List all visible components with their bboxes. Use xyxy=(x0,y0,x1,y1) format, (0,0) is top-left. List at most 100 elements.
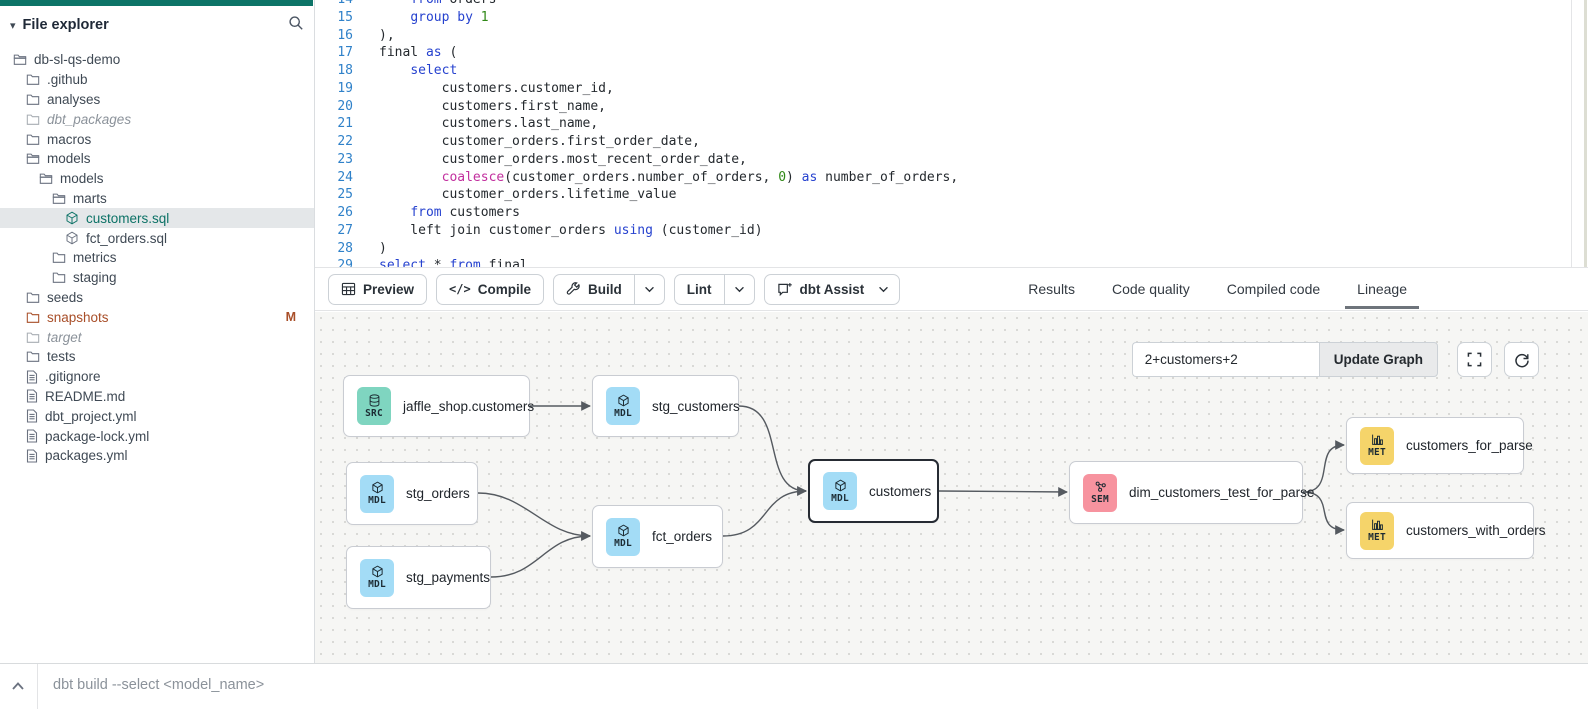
lineage-node-customers-for-parse[interactable]: METcustomers_for_parse xyxy=(1346,417,1524,474)
tree-item-label: dbt_packages xyxy=(47,112,131,127)
lineage-node-customers-with-orders[interactable]: METcustomers_with_orders xyxy=(1346,502,1534,559)
toolbar-buttons: Preview </>Compile Build Lint dbt Assist xyxy=(328,274,900,305)
line-number: 23 xyxy=(315,151,353,169)
lineage-controls: Update Graph xyxy=(1132,342,1539,377)
tree-item-seeds[interactable]: seeds xyxy=(0,288,314,308)
code-editor[interactable]: 14 from orders15 group by 116),17final a… xyxy=(315,0,1588,268)
tree-item-readme-md[interactable]: README.md xyxy=(0,387,314,407)
chevron-down-icon[interactable] xyxy=(876,275,899,304)
lineage-node-stg-customers[interactable]: MDLstg_customers xyxy=(592,375,739,437)
line-number: 28 xyxy=(315,240,353,258)
line-number: 24 xyxy=(315,169,353,187)
tree-item-fct-orders-sql[interactable]: fct_orders.sql xyxy=(0,228,314,248)
lineage-node-fct-orders[interactable]: MDL fct_orders xyxy=(592,505,723,568)
tree-item-dbt-packages[interactable]: dbt_packages xyxy=(0,109,314,129)
tree-item-target[interactable]: target xyxy=(0,327,314,347)
line-number: 18 xyxy=(315,62,353,80)
tree-item-tests[interactable]: tests xyxy=(0,347,314,367)
tree-item-staging[interactable]: staging xyxy=(0,268,314,288)
code-line-26: 26 from customers xyxy=(315,204,1588,222)
lint-button[interactable]: Lint xyxy=(674,274,755,305)
build-button[interactable]: Build xyxy=(553,274,665,305)
tree-item-packages-yml[interactable]: packages.yml xyxy=(0,446,314,466)
code-line-15: 15 group by 1 xyxy=(315,9,1588,27)
chevron-down-icon[interactable] xyxy=(634,275,664,304)
code-line-16: 16), xyxy=(315,27,1588,45)
folder-icon xyxy=(26,331,40,344)
fullscreen-button[interactable] xyxy=(1457,342,1492,377)
tree-item-label: snapshots xyxy=(47,310,109,325)
node-label: stg_payments xyxy=(406,570,490,585)
tab-lineage[interactable]: Lineage xyxy=(1357,268,1407,310)
lineage-node-customers[interactable]: MDLcustomers xyxy=(808,459,939,523)
file-icon xyxy=(26,409,38,423)
file-explorer-header: ▾ File explorer xyxy=(10,14,304,36)
lineage-selector-input[interactable] xyxy=(1132,342,1319,377)
line-number: 19 xyxy=(315,80,353,98)
node-label: jaffle_shop.customers xyxy=(403,399,534,414)
model-icon xyxy=(65,211,79,225)
result-tabs: Results Code quality Compiled code Lineage xyxy=(1028,268,1407,310)
button-label: Lint xyxy=(687,282,712,297)
tree-item-models[interactable]: models xyxy=(0,169,314,189)
assist-icon xyxy=(777,282,793,297)
tree-item-label: models xyxy=(47,151,91,166)
tree-item-snapshots[interactable]: snapshotsM xyxy=(0,307,314,327)
lineage-node-stg-orders[interactable]: MDLstg_orders xyxy=(346,462,478,525)
line-number: 26 xyxy=(315,204,353,222)
tree-item--github[interactable]: .github xyxy=(0,70,314,90)
collapse-panel-icon[interactable] xyxy=(11,678,25,696)
tree-item-label: macros xyxy=(47,132,91,147)
folder-icon xyxy=(26,133,40,146)
tab-results[interactable]: Results xyxy=(1028,268,1075,310)
tree-item-label: package-lock.yml xyxy=(45,429,149,444)
lineage-edge xyxy=(478,493,590,536)
cube-badge-icon: MDL xyxy=(606,518,640,556)
tree-item-marts[interactable]: marts xyxy=(0,189,314,209)
tree-item-label: target xyxy=(47,330,82,345)
tree-item-macros[interactable]: macros xyxy=(0,129,314,149)
tree-item-customers-sql[interactable]: customers.sql xyxy=(0,208,314,228)
code-line-17: 17final as ( xyxy=(315,44,1588,62)
refresh-button[interactable] xyxy=(1504,342,1539,377)
tree-item-label: .gitignore xyxy=(45,369,101,384)
cube-badge-icon: MDL xyxy=(606,387,640,425)
preview-button[interactable]: Preview xyxy=(328,274,427,305)
update-graph-button[interactable]: Update Graph xyxy=(1319,342,1438,377)
line-number: 15 xyxy=(315,9,353,27)
tree-item--gitignore[interactable]: .gitignore xyxy=(0,367,314,387)
search-icon[interactable] xyxy=(288,15,304,36)
tree-item-db-sl-qs-demo[interactable]: db-sl-qs-demo xyxy=(0,50,314,70)
chevron-down-icon[interactable]: ▾ xyxy=(10,19,16,32)
lineage-node-stg-payments[interactable]: MDLstg_payments xyxy=(346,546,491,609)
line-number: 20 xyxy=(315,98,353,116)
tree-item-dbt-project-yml[interactable]: dbt_project.yml xyxy=(0,406,314,426)
line-number: 25 xyxy=(315,186,353,204)
code-lines: 14 from orders15 group by 116),17final a… xyxy=(315,0,1588,268)
command-input[interactable]: dbt build --select <model_name> xyxy=(53,677,264,693)
tree-item-label: fct_orders.sql xyxy=(86,231,167,246)
tree-item-label: seeds xyxy=(47,290,83,305)
node-label: fct_orders xyxy=(652,529,712,544)
file-icon xyxy=(26,429,38,443)
tree-item-label: dbt_project.yml xyxy=(45,409,137,424)
button-label: Preview xyxy=(363,282,414,297)
tree-item-label: customers.sql xyxy=(86,211,169,226)
brand-strip xyxy=(0,0,313,6)
tab-code-quality[interactable]: Code quality xyxy=(1112,268,1190,310)
tab-compiled-code[interactable]: Compiled code xyxy=(1227,268,1320,310)
tree-item-label: packages.yml xyxy=(45,448,128,463)
dbt-assist-button[interactable]: dbt Assist xyxy=(764,274,901,305)
compile-button[interactable]: </>Compile xyxy=(436,274,544,305)
folder-open-icon xyxy=(39,172,53,185)
lineage-node-jaffle-shop-customers[interactable]: SRCjaffle_shop.customers xyxy=(343,375,530,437)
tree-item-analyses[interactable]: analyses xyxy=(0,90,314,110)
tree-item-label: tests xyxy=(47,349,76,364)
tree-item-models[interactable]: models xyxy=(0,149,314,169)
folder-open-icon xyxy=(13,53,27,66)
tree-item-metrics[interactable]: metrics xyxy=(0,248,314,268)
lineage-node-dim-customers-test-for-parse[interactable]: SEMdim_customers_test_for_parse xyxy=(1069,461,1303,524)
tree-item-package-lock-yml[interactable]: package-lock.yml xyxy=(0,426,314,446)
chevron-down-icon[interactable] xyxy=(724,275,754,304)
tree-item-label: .github xyxy=(47,72,88,87)
